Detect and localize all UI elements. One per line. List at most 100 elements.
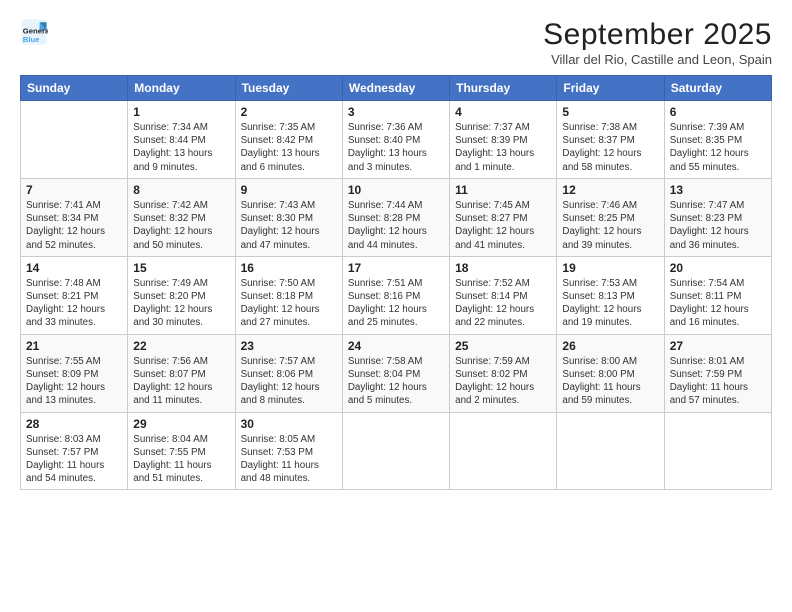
calendar-cell: 26Sunrise: 8:00 AM Sunset: 8:00 PM Dayli… <box>557 334 664 412</box>
day-info: Sunrise: 7:55 AM Sunset: 8:09 PM Dayligh… <box>26 355 122 408</box>
day-info: Sunrise: 7:58 AM Sunset: 8:04 PM Dayligh… <box>348 355 444 408</box>
day-info: Sunrise: 7:50 AM Sunset: 8:18 PM Dayligh… <box>241 277 337 330</box>
calendar-subtitle: Villar del Rio, Castille and Leon, Spain <box>543 52 772 67</box>
day-info: Sunrise: 8:03 AM Sunset: 7:57 PM Dayligh… <box>26 433 122 486</box>
calendar-cell: 11 Sunrise: 7:45 AM Sunset: 8:27 PM Dayli… <box>450 178 557 256</box>
day-info: Sunrise: 7:34 AM Sunset: 8:44 PM Dayligh… <box>133 121 229 174</box>
calendar-cell: 24 Sunrise: 7:58 AM Sunset: 8:04 PM Dayli… <box>342 334 449 412</box>
day-info: Sunrise: 7:49 AM Sunset: 8:20 PM Dayligh… <box>133 277 229 330</box>
calendar-cell <box>557 412 664 490</box>
calendar-title: September 2025 <box>543 18 772 52</box>
day-number: 27 <box>670 339 766 353</box>
col-saturday: Saturday <box>664 76 771 101</box>
calendar-cell <box>664 412 771 490</box>
day-info: Sunrise: 8:01 AM Sunset: 7:59 PM Dayligh… <box>670 355 766 408</box>
calendar-cell: 23 Sunrise: 7:57 AM Sunset: 8:06 PM Dayli… <box>235 334 342 412</box>
calendar-cell: 3 Sunrise: 7:36 AM Sunset: 8:40 PM Daylig… <box>342 101 449 179</box>
calendar-cell: 25 Sunrise: 7:59 AM Sunset: 8:02 PM Dayli… <box>450 334 557 412</box>
calendar-cell <box>342 412 449 490</box>
day-number: 18 <box>455 261 551 275</box>
col-friday: Friday <box>557 76 664 101</box>
svg-text:General: General <box>23 26 48 35</box>
day-number: 11 <box>455 183 551 197</box>
day-info: Sunrise: 7:57 AM Sunset: 8:06 PM Dayligh… <box>241 355 337 408</box>
day-number: 23 <box>241 339 337 353</box>
day-info: Sunrise: 7:43 AM Sunset: 8:30 PM Dayligh… <box>241 199 337 252</box>
day-number: 9 <box>241 183 337 197</box>
day-number: 3 <box>348 105 444 119</box>
calendar-cell: 4 Sunrise: 7:37 AM Sunset: 8:39 PM Daylig… <box>450 101 557 179</box>
calendar-cell: 10 Sunrise: 7:44 AM Sunset: 8:28 PM Dayli… <box>342 178 449 256</box>
logo: General Blue <box>20 18 48 46</box>
day-number: 17 <box>348 261 444 275</box>
col-wednesday: Wednesday <box>342 76 449 101</box>
calendar-cell: 5Sunrise: 7:38 AM Sunset: 8:37 PM Daylig… <box>557 101 664 179</box>
day-info: Sunrise: 7:47 AM Sunset: 8:23 PM Dayligh… <box>670 199 766 252</box>
calendar-cell: 18 Sunrise: 7:52 AM Sunset: 8:14 PM Dayli… <box>450 256 557 334</box>
calendar-cell: 12 Sunrise: 7:46 AM Sunset: 8:25 PM Dayli… <box>557 178 664 256</box>
page: General Blue September 2025 Villar del R… <box>0 0 792 612</box>
header-row: Sunday Monday Tuesday Wednesday Thursday… <box>21 76 772 101</box>
day-info: Sunrise: 8:04 AM Sunset: 7:55 PM Dayligh… <box>133 433 229 486</box>
calendar-week-1: 7 Sunrise: 7:41 AM Sunset: 8:34 PM Daylig… <box>21 178 772 256</box>
calendar-week-3: 21 Sunrise: 7:55 AM Sunset: 8:09 PM Dayli… <box>21 334 772 412</box>
calendar-cell: 13 Sunrise: 7:47 AM Sunset: 8:23 PM Dayli… <box>664 178 771 256</box>
day-number: 8 <box>133 183 229 197</box>
svg-text:Blue: Blue <box>23 35 40 44</box>
day-number: 4 <box>455 105 551 119</box>
day-info: Sunrise: 7:56 AM Sunset: 8:07 PM Dayligh… <box>133 355 229 408</box>
calendar-cell: 14Sunrise: 7:48 AM Sunset: 8:21 PM Dayli… <box>21 256 128 334</box>
day-info: Sunrise: 7:59 AM Sunset: 8:02 PM Dayligh… <box>455 355 551 408</box>
title-block: September 2025 Villar del Rio, Castille … <box>543 18 772 67</box>
col-tuesday: Tuesday <box>235 76 342 101</box>
calendar-cell: 17 Sunrise: 7:51 AM Sunset: 8:16 PM Dayli… <box>342 256 449 334</box>
day-info: Sunrise: 7:44 AM Sunset: 8:28 PM Dayligh… <box>348 199 444 252</box>
calendar-cell: 7 Sunrise: 7:41 AM Sunset: 8:34 PM Daylig… <box>21 178 128 256</box>
calendar-cell <box>21 101 128 179</box>
day-number: 30 <box>241 417 337 431</box>
day-info: Sunrise: 7:41 AM Sunset: 8:34 PM Dayligh… <box>26 199 122 252</box>
col-thursday: Thursday <box>450 76 557 101</box>
day-number: 20 <box>670 261 766 275</box>
day-number: 13 <box>670 183 766 197</box>
day-info: Sunrise: 7:36 AM Sunset: 8:40 PM Dayligh… <box>348 121 444 174</box>
calendar-cell: 20 Sunrise: 7:54 AM Sunset: 8:11 PM Dayli… <box>664 256 771 334</box>
calendar-cell: 1 Sunrise: 7:34 AM Sunset: 8:44 PM Daylig… <box>128 101 235 179</box>
calendar-cell: 2Sunrise: 7:35 AM Sunset: 8:42 PM Daylig… <box>235 101 342 179</box>
calendar-cell: 27 Sunrise: 8:01 AM Sunset: 7:59 PM Dayli… <box>664 334 771 412</box>
col-monday: Monday <box>128 76 235 101</box>
day-info: Sunrise: 7:46 AM Sunset: 8:25 PM Dayligh… <box>562 199 658 252</box>
day-number: 1 <box>133 105 229 119</box>
day-number: 24 <box>348 339 444 353</box>
day-info: Sunrise: 7:53 AM Sunset: 8:13 PM Dayligh… <box>562 277 658 330</box>
day-info: Sunrise: 7:45 AM Sunset: 8:27 PM Dayligh… <box>455 199 551 252</box>
calendar-cell: 19 Sunrise: 7:53 AM Sunset: 8:13 PM Dayli… <box>557 256 664 334</box>
day-number: 5 <box>562 105 658 119</box>
day-number: 15 <box>133 261 229 275</box>
day-info: Sunrise: 7:54 AM Sunset: 8:11 PM Dayligh… <box>670 277 766 330</box>
calendar-cell: 29 Sunrise: 8:04 AM Sunset: 7:55 PM Dayli… <box>128 412 235 490</box>
calendar-week-4: 28Sunrise: 8:03 AM Sunset: 7:57 PM Dayli… <box>21 412 772 490</box>
day-info: Sunrise: 7:42 AM Sunset: 8:32 PM Dayligh… <box>133 199 229 252</box>
day-number: 16 <box>241 261 337 275</box>
day-info: Sunrise: 8:00 AM Sunset: 8:00 PM Dayligh… <box>562 355 658 408</box>
day-info: Sunrise: 7:37 AM Sunset: 8:39 PM Dayligh… <box>455 121 551 174</box>
calendar-cell <box>450 412 557 490</box>
day-info: Sunrise: 7:51 AM Sunset: 8:16 PM Dayligh… <box>348 277 444 330</box>
day-number: 7 <box>26 183 122 197</box>
calendar-cell: 15 Sunrise: 7:49 AM Sunset: 8:20 PM Dayli… <box>128 256 235 334</box>
logo-icon: General Blue <box>20 18 48 46</box>
day-number: 25 <box>455 339 551 353</box>
day-info: Sunrise: 7:52 AM Sunset: 8:14 PM Dayligh… <box>455 277 551 330</box>
day-number: 10 <box>348 183 444 197</box>
day-info: Sunrise: 7:39 AM Sunset: 8:35 PM Dayligh… <box>670 121 766 174</box>
day-number: 21 <box>26 339 122 353</box>
calendar-cell: 21 Sunrise: 7:55 AM Sunset: 8:09 PM Dayli… <box>21 334 128 412</box>
day-info: Sunrise: 8:05 AM Sunset: 7:53 PM Dayligh… <box>241 433 337 486</box>
col-sunday: Sunday <box>21 76 128 101</box>
day-number: 29 <box>133 417 229 431</box>
day-number: 12 <box>562 183 658 197</box>
day-number: 19 <box>562 261 658 275</box>
calendar-cell: 6Sunrise: 7:39 AM Sunset: 8:35 PM Daylig… <box>664 101 771 179</box>
calendar-week-2: 14Sunrise: 7:48 AM Sunset: 8:21 PM Dayli… <box>21 256 772 334</box>
